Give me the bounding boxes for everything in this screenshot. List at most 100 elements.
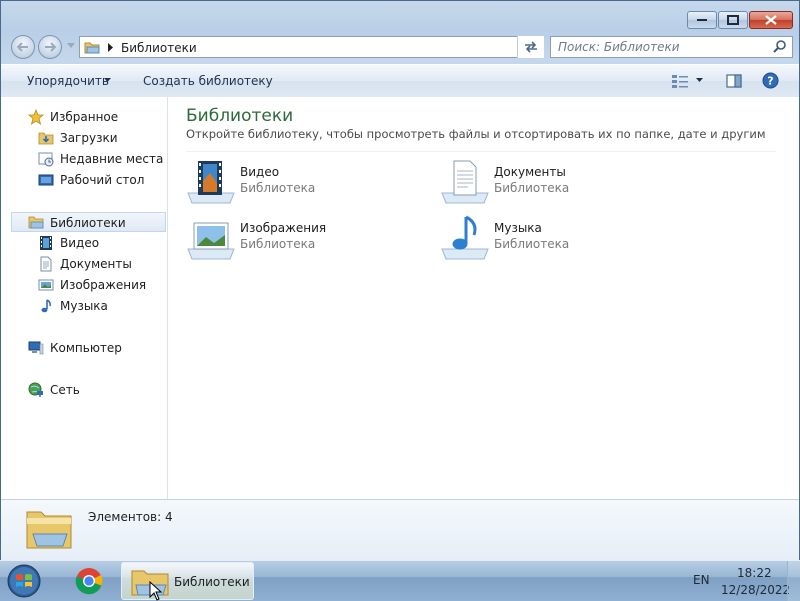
minimize-button[interactable] — [687, 11, 717, 29]
close-button[interactable] — [749, 11, 793, 29]
nav-desktop-label: Рабочий стол — [60, 173, 145, 187]
address-path-label[interactable]: Библиотеки — [121, 41, 197, 55]
nav-libraries[interactable]: Библиотеки — [11, 212, 166, 232]
clock-time[interactable]: 18:22 — [737, 566, 772, 580]
back-arrow-icon — [17, 42, 28, 52]
refresh-icon — [525, 41, 537, 53]
nav-network[interactable]: Сеть — [1, 380, 167, 400]
maximize-button[interactable] — [718, 11, 748, 29]
breadcrumb-arrow-icon[interactable] — [108, 43, 113, 52]
nav-downloads-label: Загрузки — [60, 131, 118, 145]
help-icon[interactable]: ? — [762, 72, 779, 89]
music-note-icon — [38, 298, 54, 314]
forward-arrow-icon — [45, 42, 56, 52]
library-item-video[interactable]: Видео Библиотека — [186, 159, 426, 209]
nav-recent-places-label: Недавние места — [60, 152, 164, 166]
pictures-icon — [38, 277, 54, 293]
downloads-folder-icon — [38, 130, 54, 146]
recent-places-icon — [38, 151, 54, 167]
refresh-button[interactable] — [517, 36, 544, 58]
nav-downloads[interactable]: Загрузки — [1, 128, 167, 148]
library-type: Библиотека — [494, 181, 570, 195]
navigation-pane: Избранное Загрузки Недавние места Рабочи… — [1, 97, 168, 499]
search-icon[interactable] — [772, 39, 788, 55]
nav-computer[interactable]: Компьютер — [1, 338, 167, 358]
nav-recent-places[interactable]: Недавние места — [1, 149, 167, 169]
desktop-icon — [38, 172, 54, 188]
library-name: Музыка — [494, 221, 542, 235]
maximize-icon — [727, 15, 739, 25]
document-icon — [38, 256, 54, 272]
taskbar-explorer-label: Библиотеки — [174, 575, 250, 589]
nav-libraries-label: Библиотеки — [50, 216, 126, 230]
language-indicator[interactable]: EN — [693, 573, 710, 587]
nav-music[interactable]: Музыка — [1, 296, 167, 316]
nav-network-label: Сеть — [50, 383, 80, 397]
libraries-folder-icon — [84, 42, 100, 54]
svg-text:?: ? — [767, 75, 773, 88]
nav-documents-label: Документы — [60, 257, 132, 271]
preview-pane-icon[interactable] — [726, 73, 742, 89]
taskbar: Библиотеки EN 18:22 12/28/2022 — [0, 560, 800, 601]
computer-icon — [28, 340, 44, 356]
nav-pictures[interactable]: Изображения — [1, 275, 167, 295]
explorer-window: Библиотеки Поиск: Библиотеки Упорядочить… — [0, 0, 800, 561]
taskbar-explorer-button[interactable]: Библиотеки — [121, 562, 254, 601]
divider — [186, 151, 776, 152]
mouse-cursor-icon — [149, 581, 163, 601]
library-type: Библиотека — [240, 237, 316, 251]
minimize-icon — [697, 19, 707, 21]
library-type: Библиотека — [494, 237, 570, 251]
content-area: Библиотеки Откройте библиотеку, чтобы пр… — [168, 97, 799, 499]
nav-music-label: Музыка — [60, 299, 108, 313]
library-item-documents[interactable]: Документы Библиотека — [440, 159, 680, 209]
library-name: Документы — [494, 165, 566, 179]
library-name: Изображения — [240, 221, 327, 235]
library-type: Библиотека — [240, 181, 316, 195]
video-icon — [38, 235, 54, 251]
pictures-library-icon — [187, 222, 235, 260]
search-placeholder[interactable]: Поиск: Библиотеки — [558, 40, 680, 54]
page-description: Откройте библиотеку, чтобы просмотреть ф… — [186, 127, 766, 141]
back-button[interactable] — [11, 35, 35, 59]
nav-pictures-label: Изображения — [60, 278, 147, 292]
taskbar-chrome-button[interactable] — [72, 565, 106, 597]
nav-video[interactable]: Видео — [1, 233, 167, 253]
libraries-folder-icon — [28, 214, 44, 230]
nav-favorites-label: Избранное — [50, 110, 119, 124]
video-library-icon — [187, 161, 235, 204]
view-dropdown-icon[interactable] — [696, 78, 703, 82]
search-box[interactable]: Поиск: Библиотеки — [550, 36, 793, 58]
page-title: Библиотеки — [186, 106, 294, 126]
change-view-icon[interactable] — [671, 73, 689, 89]
nav-favorites[interactable]: Избранное — [1, 107, 167, 127]
details-pane: Элементов: 4 — [1, 499, 799, 561]
library-item-pictures[interactable]: Изображения Библиотека — [186, 215, 426, 265]
nav-video-label: Видео — [60, 236, 100, 250]
organize-button[interactable]: Упорядочить — [27, 74, 109, 88]
recent-pages-dropdown-icon[interactable] — [67, 43, 75, 48]
nav-desktop[interactable]: Рабочий стол — [1, 170, 167, 190]
network-icon — [28, 382, 44, 398]
start-button[interactable] — [6, 563, 42, 599]
item-count: Элементов: 4 — [88, 510, 173, 524]
music-library-icon — [441, 215, 489, 260]
close-icon — [765, 15, 777, 25]
navigation-bar: Библиотеки Поиск: Библиотеки — [9, 35, 793, 61]
command-bar: Упорядочить Создать библиотеку ? — [1, 64, 799, 98]
nav-computer-label: Компьютер — [50, 341, 122, 355]
address-bar[interactable]: Библиотеки — [79, 36, 544, 58]
forward-button[interactable] — [38, 35, 62, 59]
libraries-folder-icon — [26, 511, 72, 549]
caption-buttons — [687, 11, 793, 29]
nav-documents[interactable]: Документы — [1, 254, 167, 274]
star-icon — [28, 109, 44, 125]
organize-dropdown-icon[interactable] — [104, 78, 111, 82]
library-name: Видео — [240, 165, 280, 179]
create-library-button[interactable]: Создать библиотеку — [143, 74, 273, 88]
clock-date[interactable]: 12/28/2022 — [721, 583, 790, 597]
library-item-music[interactable]: Музыка Библиотека — [440, 215, 680, 265]
chrome-icon — [75, 568, 103, 595]
show-desktop-button[interactable] — [787, 561, 800, 601]
documents-library-icon — [441, 160, 489, 204]
